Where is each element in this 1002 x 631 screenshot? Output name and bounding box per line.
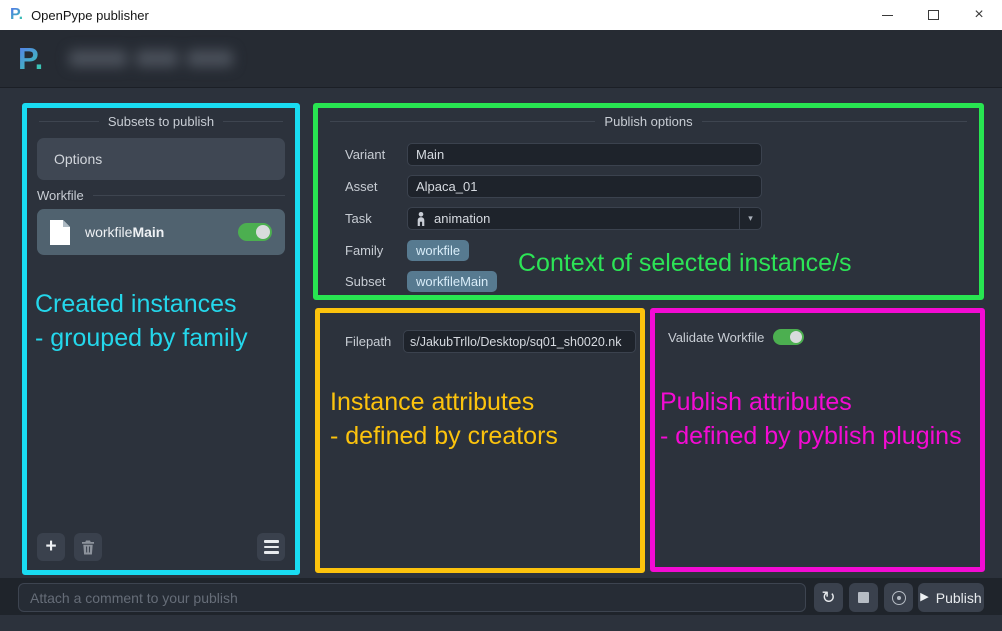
validate-button[interactable] — [884, 583, 913, 612]
window-controls: × — [864, 0, 1002, 30]
instance-row-workfile-main[interactable]: workfileMain — [37, 209, 285, 255]
close-button[interactable]: × — [956, 0, 1002, 30]
titlebar: P. OpenPype publisher × — [0, 0, 1002, 30]
annotation-line: Instance attributes — [330, 385, 558, 419]
task-row: Task animation ▾ — [345, 207, 979, 230]
validate-workfile-row: Validate Workfile — [668, 329, 980, 345]
view-mode-button[interactable] — [257, 533, 285, 561]
app-header: P. — [0, 30, 1002, 88]
maximize-button[interactable] — [910, 0, 956, 30]
annotation-line: - defined by pyblish plugins — [660, 419, 962, 453]
stop-icon — [858, 592, 869, 603]
close-icon: × — [974, 7, 983, 23]
family-badge: workfile — [407, 240, 469, 261]
annotation-publish-attributes: Publish attributes - defined by pyblish … — [660, 385, 962, 453]
openpype-app-icon: P. — [10, 6, 23, 24]
publish-attributes-panel: Validate Workfile Publish attributes - d… — [650, 308, 985, 572]
variant-label: Variant — [345, 147, 407, 162]
instance-attributes-panel: Filepath Instance attributes - defined b… — [315, 308, 645, 573]
annotation-line: Created instances — [35, 287, 248, 321]
window-title: OpenPype publisher — [31, 8, 149, 23]
minimize-icon — [882, 15, 893, 16]
annotation-created-instances: Created instances - grouped by family — [35, 287, 248, 355]
add-instance-button[interactable]: + — [37, 533, 65, 561]
task-label: Task — [345, 211, 407, 226]
plus-icon: + — [45, 537, 56, 556]
play-icon: ▶ — [920, 592, 928, 603]
subsets-panel: Subsets to publish Options Workfile work… — [22, 103, 300, 575]
chevron-down-icon[interactable]: ▾ — [739, 208, 761, 229]
stop-button[interactable] — [849, 583, 878, 612]
instance-label: workfileMain — [85, 224, 164, 240]
family-group-label: Workfile — [37, 188, 84, 203]
maximize-icon — [928, 10, 939, 20]
task-value: animation — [434, 211, 490, 226]
subset-label: Subset — [345, 274, 407, 289]
annotation-instance-attributes: Instance attributes - defined by creator… — [330, 385, 558, 453]
publish-button-label: Publish — [936, 590, 982, 606]
redacted-context-text — [69, 50, 233, 67]
validate-target-icon — [892, 591, 906, 605]
asset-row: Asset — [345, 175, 979, 198]
variant-input[interactable] — [407, 143, 762, 166]
annotation-line: - defined by creators — [330, 419, 558, 453]
delete-instance-button[interactable] — [74, 533, 102, 561]
subset-badge: workfileMain — [407, 271, 497, 292]
options-button[interactable]: Options — [37, 138, 285, 180]
trash-icon — [81, 540, 95, 555]
subsets-panel-title: Subsets to publish — [39, 114, 283, 129]
subset-toolbar: + — [37, 533, 285, 561]
filepath-label: Filepath — [345, 334, 403, 349]
instance-enabled-toggle[interactable] — [238, 223, 272, 241]
filepath-row: Filepath — [345, 330, 640, 353]
publish-options-panel: Publish options Variant Asset Task anima… — [313, 103, 984, 300]
options-button-label: Options — [54, 151, 102, 167]
annotation-line: - grouped by family — [35, 321, 248, 355]
family-label: Family — [345, 243, 407, 258]
publish-button[interactable]: ▶ Publish — [918, 583, 984, 612]
person-icon — [416, 212, 426, 226]
task-dropdown[interactable]: animation ▾ — [407, 207, 762, 230]
openpype-logo: P. — [18, 41, 43, 77]
reset-button[interactable]: ↻ — [814, 583, 843, 612]
filepath-input[interactable] — [403, 330, 636, 353]
annotation-line: Publish attributes — [660, 385, 962, 419]
asset-input[interactable] — [407, 175, 762, 198]
openpype-publisher-window: P. OpenPype publisher × P. Subsets to pu… — [0, 0, 1002, 631]
subsets-panel-title-text: Subsets to publish — [108, 114, 214, 129]
family-group-workfile: Workfile — [37, 188, 285, 203]
publish-options-title: Publish options — [330, 114, 967, 129]
publish-footer: ↻ ▶ Publish — [0, 578, 1002, 615]
variant-row: Variant — [345, 143, 979, 166]
hamburger-icon — [264, 540, 279, 554]
publish-options-title-text: Publish options — [604, 114, 692, 129]
validate-workfile-toggle[interactable] — [773, 329, 804, 345]
document-icon — [50, 220, 70, 245]
asset-label: Asset — [345, 179, 407, 194]
validate-workfile-label: Validate Workfile — [668, 330, 764, 345]
instance-family-text: workfile — [85, 224, 132, 240]
comment-input[interactable] — [18, 583, 806, 612]
annotation-line: Context of selected instance/s — [518, 246, 852, 280]
refresh-icon: ↻ — [821, 589, 835, 606]
annotation-context: Context of selected instance/s — [518, 246, 852, 280]
minimize-button[interactable] — [864, 0, 910, 30]
instance-variant-text: Main — [132, 224, 164, 240]
